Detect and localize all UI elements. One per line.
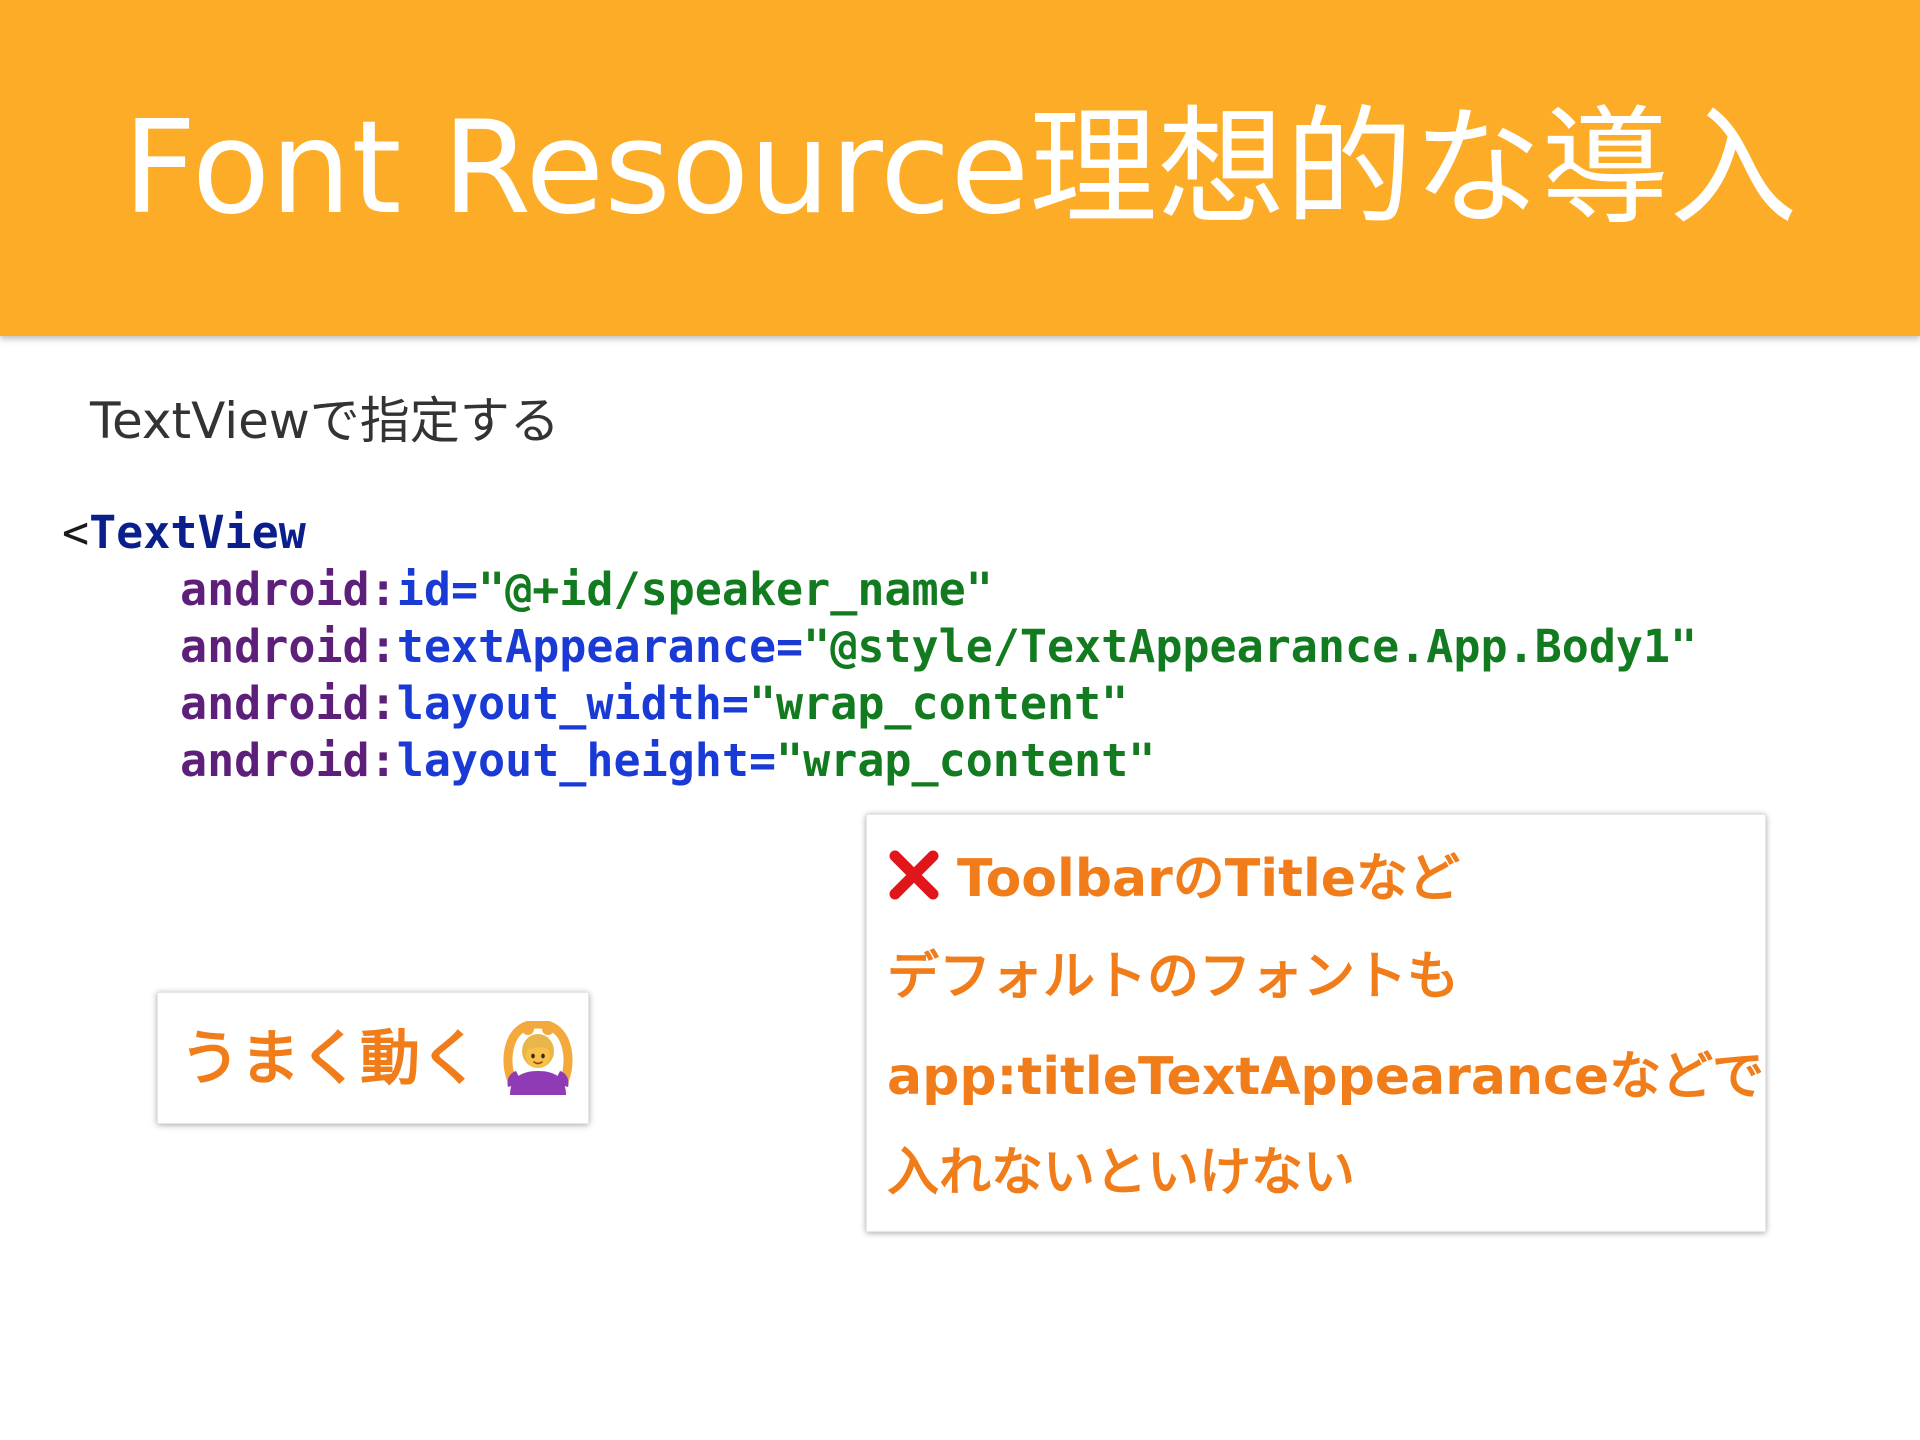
person-gesturing-ok-icon: [502, 1019, 574, 1095]
code-attr-name: textAppearance: [396, 620, 777, 673]
code-line-open-tag: <TextView: [62, 504, 1697, 561]
code-attr-equals: =: [748, 734, 777, 787]
code-attr-equals: =: [776, 620, 804, 673]
note-line: app:titleTextAppearanceなどで: [887, 1047, 1765, 1107]
note-card: ToolbarのTitleなど デフォルトのフォントも app:titleTex…: [866, 814, 1766, 1232]
code-line-attr: android:layout_width="wrap_content": [62, 675, 1697, 732]
code-attr-namespace: android:: [180, 734, 397, 787]
note-line: 入れないといけない: [887, 1143, 1356, 1203]
works-label: うまく動く: [180, 1024, 480, 1094]
slide-subtitle: TextViewで指定する: [90, 392, 560, 450]
note-text: ToolbarのTitleなど: [957, 849, 1461, 909]
code-attr-value: "@+id/speaker_name": [478, 563, 993, 616]
code-line-attr: android:layout_height="wrap_content": [62, 732, 1697, 789]
code-open-bracket: <: [62, 506, 90, 559]
code-attr-name: layout_width: [396, 677, 722, 730]
code-line-attr: android:textAppearance="@style/TextAppea…: [62, 618, 1697, 675]
code-attr-namespace: android:: [180, 563, 397, 616]
code-attr-value: "@style/TextAppearance.App.Body1": [803, 620, 1698, 673]
slide-title: Font Resource理想的な導入: [122, 94, 1798, 243]
note-line: デフォルトのフォントも: [887, 947, 1460, 1007]
code-attr-value: "wrap_content": [776, 734, 1156, 787]
code-block: <TextView android:id="@+id/speaker_name" a…: [62, 504, 1697, 789]
code-line-attr: android:id="@+id/speaker_name": [62, 561, 1697, 618]
code-attr-namespace: android:: [180, 620, 397, 673]
code-attr-equals: =: [450, 563, 479, 616]
code-attr-equals: =: [721, 677, 749, 730]
title-banner: Font Resource理想的な導入: [0, 0, 1920, 336]
code-attr-name: layout_height: [396, 734, 749, 787]
code-attr-namespace: android:: [180, 677, 397, 730]
code-attr-name: id: [396, 563, 451, 616]
note-line: ToolbarのTitleなど: [887, 847, 1460, 911]
cross-mark-icon: [889, 850, 939, 900]
code-tag-name: TextView: [89, 506, 306, 559]
code-attr-value: "wrap_content": [748, 677, 1129, 730]
works-card: うまく動く: [157, 992, 589, 1124]
